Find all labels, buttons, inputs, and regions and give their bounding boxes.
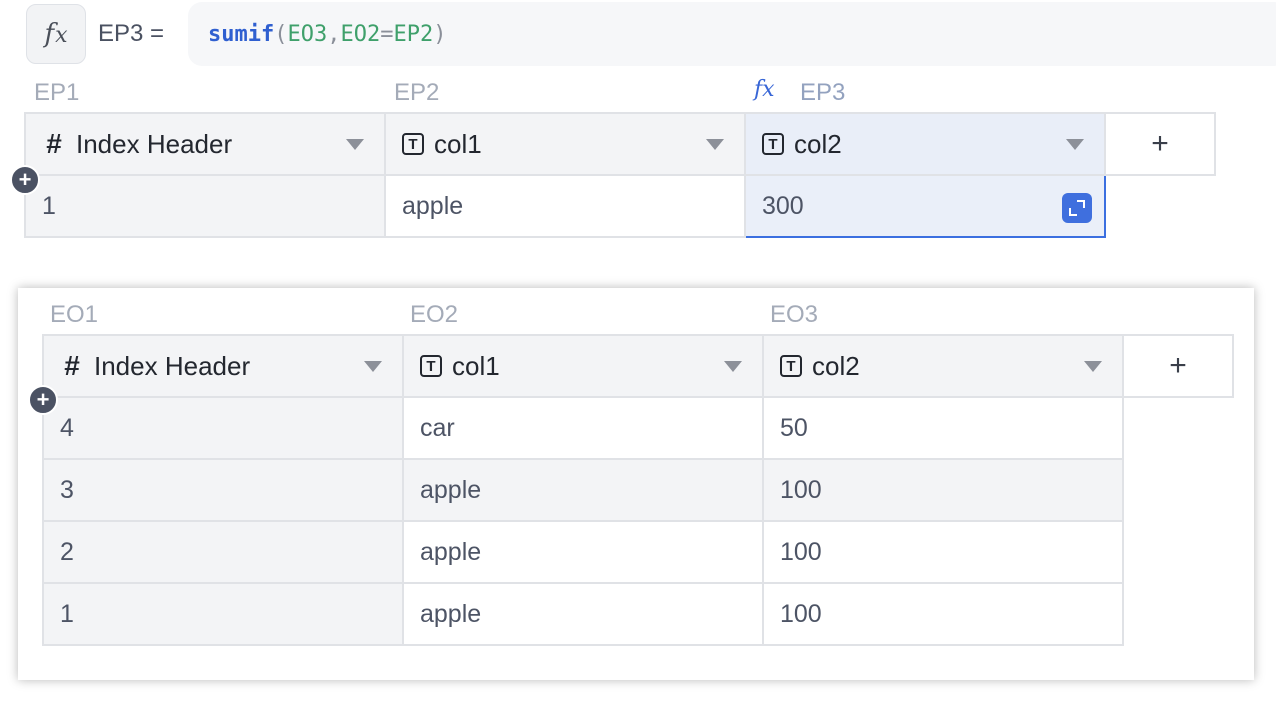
table-cell[interactable]: apple xyxy=(384,174,746,238)
formula-input[interactable]: sumif(EO3,EO2=EP2) xyxy=(188,2,1276,66)
fx-icon: fx xyxy=(44,19,68,49)
table-cell[interactable]: 1 xyxy=(24,174,386,238)
table-row: 1 apple 100 xyxy=(42,582,1233,646)
empty-cell xyxy=(1105,175,1215,237)
column-header-label: Index Header xyxy=(76,128,233,159)
table-cell[interactable]: 2 xyxy=(42,520,404,584)
column-letter: EO1 xyxy=(50,301,99,328)
formula-operator: = xyxy=(380,22,394,47)
selected-cell[interactable]: 300 xyxy=(744,174,1106,238)
column-letter: EP2 xyxy=(394,79,440,106)
column-header-label: col1 xyxy=(434,128,482,159)
formula-text: sumif(EO3,EO2=EP2) xyxy=(208,22,446,47)
table-cell[interactable]: 50 xyxy=(762,396,1124,460)
column-header-col2[interactable]: T col2 xyxy=(744,112,1106,176)
column-header-label: col2 xyxy=(794,128,842,159)
caret-down-icon[interactable] xyxy=(706,138,724,150)
add-column-button[interactable]: + xyxy=(1104,112,1216,176)
text-type-icon: T xyxy=(420,355,442,377)
table-cell[interactable]: apple xyxy=(402,520,764,584)
header-row: # Index Header T col1 T col2 + xyxy=(42,334,1234,398)
column-header-index[interactable]: # Index Header xyxy=(24,112,386,176)
table-cell[interactable]: apple xyxy=(402,458,764,522)
column-letter: EO2 xyxy=(410,301,459,328)
text-type-icon: T xyxy=(402,133,424,155)
formula-paren: ) xyxy=(433,22,447,47)
cell-value: 300 xyxy=(762,191,804,220)
column-header-col1[interactable]: T col1 xyxy=(402,334,764,398)
formula-cell-reference: EP3 = xyxy=(98,20,165,47)
empty-cell xyxy=(1123,521,1233,583)
empty-cell xyxy=(1123,583,1233,645)
bottom-table: # Index Header T col1 T col2 + 4 car 50 … xyxy=(42,334,1234,646)
top-table: # Index Header T col1 T col2 + 1 apple 3… xyxy=(24,112,1216,238)
text-type-icon: T xyxy=(780,355,802,377)
table-cell[interactable]: 4 xyxy=(42,396,404,460)
column-header-label: col1 xyxy=(452,350,500,381)
table-row: 1 apple 300 xyxy=(24,174,1215,238)
column-letter: EO3 xyxy=(770,301,819,328)
caret-down-icon[interactable] xyxy=(724,360,742,372)
column-header-col1[interactable]: T col1 xyxy=(384,112,746,176)
empty-cell xyxy=(1123,397,1233,459)
hash-icon: # xyxy=(64,350,80,381)
formula-comma: , xyxy=(327,22,341,47)
add-row-button[interactable]: + xyxy=(10,165,40,195)
header-row: # Index Header T col1 T col2 + xyxy=(24,112,1216,176)
column-header-label: Index Header xyxy=(94,350,251,381)
caret-down-icon[interactable] xyxy=(346,138,364,150)
formula-ref: EO2 xyxy=(340,22,381,47)
formula-ref: EO3 xyxy=(287,22,328,47)
caret-down-icon[interactable] xyxy=(364,360,382,372)
formula-column-icon: fx xyxy=(754,77,775,102)
expand-icon[interactable] xyxy=(1062,193,1092,223)
column-header-col2[interactable]: T col2 xyxy=(762,334,1124,398)
table-cell[interactable]: 100 xyxy=(762,520,1124,584)
table-row: 4 car 50 xyxy=(42,396,1233,460)
table-cell[interactable]: 100 xyxy=(762,458,1124,522)
formula-fx-button[interactable]: fx xyxy=(26,4,86,64)
formula-function: sumif xyxy=(208,22,275,47)
caret-down-icon[interactable] xyxy=(1066,138,1084,150)
table-cell[interactable]: 100 xyxy=(762,582,1124,646)
column-letter: EP1 xyxy=(34,79,80,106)
column-header-label: col2 xyxy=(812,350,860,381)
table-row: 3 apple 100 xyxy=(42,458,1233,522)
formula-paren: ( xyxy=(274,22,288,47)
table-cell[interactable]: 3 xyxy=(42,458,404,522)
formula-ref: EP2 xyxy=(393,22,434,47)
table-cell[interactable]: 1 xyxy=(42,582,404,646)
column-letter: EP3 xyxy=(800,79,846,106)
table-row: 2 apple 100 xyxy=(42,520,1233,584)
column-header-index[interactable]: # Index Header xyxy=(42,334,404,398)
table-cell[interactable]: car xyxy=(402,396,764,460)
add-column-button[interactable]: + xyxy=(1122,334,1234,398)
hash-icon: # xyxy=(46,128,62,159)
empty-cell xyxy=(1123,459,1233,521)
text-type-icon: T xyxy=(762,133,784,155)
caret-down-icon[interactable] xyxy=(1084,360,1102,372)
referenced-table-panel: EO1 EO2 EO3 # Index Header T col1 T col2… xyxy=(18,288,1254,680)
table-cell[interactable]: apple xyxy=(402,582,764,646)
add-row-button[interactable]: + xyxy=(28,385,58,415)
